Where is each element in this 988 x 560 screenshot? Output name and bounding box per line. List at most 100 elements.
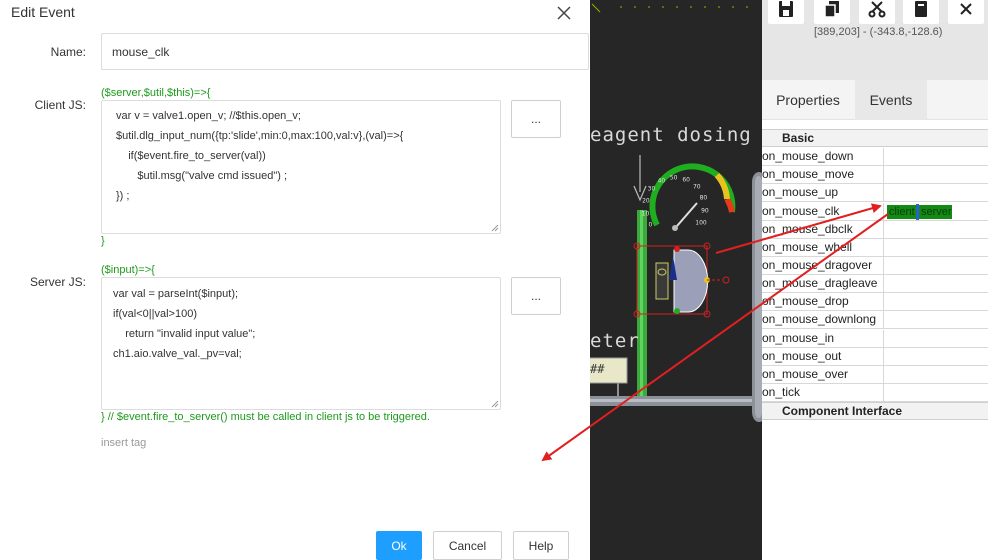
- help-button[interactable]: Help: [513, 531, 569, 560]
- code-line: var val = parseInt($input);: [113, 288, 239, 300]
- property-panel: [389,203] - (-343.8,-128.6) Properties E…: [762, 0, 988, 560]
- event-value[interactable]: [884, 384, 988, 402]
- server-badge[interactable]: server: [919, 205, 952, 219]
- gauge-tick-label: 50: [669, 174, 678, 182]
- valve-component[interactable]: [633, 242, 730, 318]
- gauge-tick-label: 80: [699, 194, 708, 202]
- event-value[interactable]: [884, 275, 988, 293]
- gauge-icon: [649, 163, 736, 231]
- event-row-on-mouse-out[interactable]: on_mouse_out: [762, 348, 988, 366]
- event-name: on_mouse_downlong: [762, 311, 884, 329]
- event-name: on_mouse_move: [762, 166, 884, 184]
- event-row-on-mouse-whell[interactable]: on_mouse_whell: [762, 239, 988, 257]
- code-line: $util.dlg_input_num({tp:'slide',min:0,ma…: [116, 130, 404, 142]
- tab-properties[interactable]: Properties: [762, 80, 854, 120]
- client-signature-open: ($server,$util,$this)=>{: [101, 87, 211, 99]
- flow-arrow-icon: [633, 155, 647, 202]
- copy-icon[interactable]: [814, 0, 850, 24]
- save-icon[interactable]: [768, 0, 804, 24]
- resize-grip-icon[interactable]: [491, 224, 499, 232]
- canvas-hash-text: ##: [590, 362, 605, 376]
- server-js-editor[interactable]: var val = parseInt($input); if(val<0||va…: [101, 277, 501, 410]
- server-js-expand-button[interactable]: ...: [511, 277, 561, 315]
- event-row-on-mouse-move[interactable]: on_mouse_move: [762, 166, 988, 184]
- gauge-tick-label: 20: [642, 197, 650, 205]
- event-name: on_mouse_whell: [762, 239, 884, 257]
- event-row-on-mouse-dbclk[interactable]: on_mouse_dbclk: [762, 221, 988, 239]
- code-line: if(val<0||val>100): [113, 308, 197, 320]
- close-icon[interactable]: [553, 2, 575, 24]
- code-line: return "invalid input value";: [113, 328, 256, 340]
- canvas-title-text: eagent dosing: [590, 124, 752, 146]
- edit-event-dialog: Edit Event Name: Client JS: ($server,$ut…: [0, 0, 590, 560]
- panel-tabs: Properties Events: [762, 80, 988, 120]
- event-name: on_mouse_clk: [762, 203, 884, 221]
- event-row-on-mouse-down[interactable]: on_mouse_down: [762, 148, 988, 166]
- event-row-on-tick[interactable]: on_tick: [762, 384, 988, 402]
- hmi-canvas[interactable]: eagent dosing eter ## 0 10 20 30 40 50 60 70 80 9…: [590, 0, 762, 560]
- server-js-label: Server JS:: [29, 275, 86, 289]
- event-row-on-mouse-drop[interactable]: on_mouse_drop: [762, 293, 988, 311]
- ok-button[interactable]: Ok: [376, 531, 422, 560]
- gauge-tick-label: 30: [647, 185, 656, 193]
- event-value[interactable]: [884, 257, 988, 275]
- event-value[interactable]: [884, 293, 988, 311]
- event-name: on_mouse_over: [762, 366, 884, 384]
- code-line: ch1.aio.valve_val._pv=val;: [113, 348, 242, 360]
- event-row-on-mouse-clk[interactable]: on_mouse_clk client server: [762, 203, 988, 221]
- server-signature-close: } // $event.fire_to_server() must be cal…: [101, 411, 430, 423]
- client-badge[interactable]: client: [887, 205, 916, 219]
- event-value[interactable]: [884, 348, 988, 366]
- client-signature-close: }: [101, 235, 105, 247]
- client-js-editor[interactable]: var v = valve1.open_v; //$this.open_v; $…: [101, 100, 501, 234]
- event-row-on-mouse-in[interactable]: on_mouse_in: [762, 330, 988, 348]
- event-value[interactable]: [884, 221, 988, 239]
- dialog-title: Edit Event: [11, 4, 75, 20]
- client-js-label: Client JS:: [34, 98, 86, 112]
- name-input[interactable]: [101, 33, 589, 70]
- event-value[interactable]: [884, 311, 988, 329]
- cut-icon[interactable]: [859, 0, 895, 24]
- tab-events[interactable]: Events: [855, 80, 927, 120]
- event-name: on_mouse_dbclk: [762, 221, 884, 239]
- name-label: Name:: [50, 45, 86, 59]
- code-line: if($event.fire_to_server(val)): [116, 150, 266, 162]
- event-value[interactable]: [884, 366, 988, 384]
- event-name: on_mouse_drop: [762, 293, 884, 311]
- toolbar: [389,203] - (-343.8,-128.6): [762, 0, 988, 80]
- gauge-tick-label: 90: [701, 207, 709, 215]
- insert-tag-link[interactable]: insert tag: [101, 437, 146, 449]
- code-line: var v = valve1.open_v; //$this.open_v;: [116, 110, 301, 122]
- cancel-button[interactable]: Cancel: [433, 531, 502, 560]
- event-row-on-mouse-dragleave[interactable]: on_mouse_dragleave: [762, 275, 988, 293]
- event-name: on_mouse_dragover: [762, 257, 884, 275]
- event-row-on-mouse-dragover[interactable]: on_mouse_dragover: [762, 257, 988, 275]
- event-value[interactable]: [884, 166, 988, 184]
- event-value[interactable]: [884, 184, 988, 202]
- event-name: on_mouse_up: [762, 184, 884, 202]
- gauge-tick-label: 10: [641, 210, 650, 217]
- event-name: on_mouse_down: [762, 148, 884, 166]
- code-line: $util.msg("valve cmd issued") ;: [116, 170, 288, 182]
- resize-grip-icon[interactable]: [491, 400, 499, 408]
- event-name: on_mouse_dragleave: [762, 275, 884, 293]
- event-value[interactable]: [884, 330, 988, 348]
- gauge-tick-label: 70: [692, 183, 701, 191]
- close-icon[interactable]: [948, 0, 984, 24]
- event-row-on-mouse-up[interactable]: on_mouse_up: [762, 184, 988, 202]
- paste-icon[interactable]: [903, 0, 939, 24]
- group-basic[interactable]: Basic: [762, 129, 988, 147]
- event-value[interactable]: client server: [884, 203, 988, 221]
- event-value[interactable]: [884, 148, 988, 166]
- event-row-on-mouse-downlong[interactable]: on_mouse_downlong: [762, 311, 988, 329]
- gauge-tick-label: 100: [695, 219, 707, 227]
- gauge-tick-label: 60: [682, 176, 691, 184]
- event-name: on_mouse_out: [762, 348, 884, 366]
- event-value[interactable]: [884, 239, 988, 257]
- canvas-label-text: eter: [590, 330, 640, 352]
- event-row-on-mouse-over[interactable]: on_mouse_over: [762, 366, 988, 384]
- group-component-interface[interactable]: Component Interface: [762, 402, 988, 420]
- server-signature-open: ($input)=>{: [101, 264, 155, 276]
- client-js-expand-button[interactable]: ...: [511, 100, 561, 138]
- event-name: on_tick: [762, 384, 884, 402]
